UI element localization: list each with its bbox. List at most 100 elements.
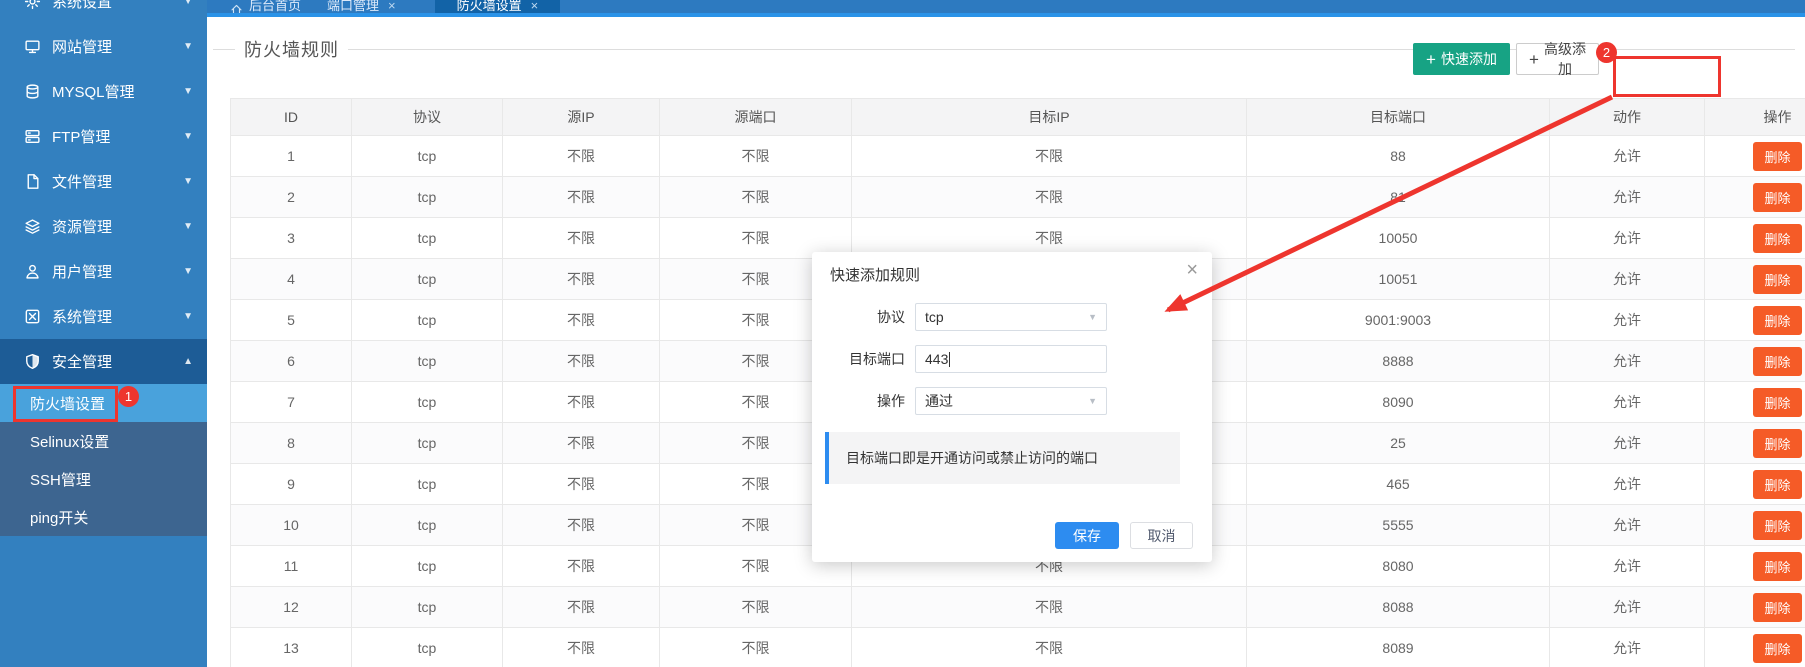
table-row: 13 tcp 不限 不限 不限 8089 允许 删除 xyxy=(231,628,1805,667)
cell-protocol: tcp xyxy=(352,136,503,177)
tab-close-icon[interactable]: × xyxy=(388,0,396,13)
cell-action: 允许 xyxy=(1550,177,1705,218)
sidebar-item-ftp[interactable]: FTP管理 ▼ xyxy=(0,114,207,159)
chevron-icon: ▼ xyxy=(183,311,193,322)
cell-dst-ip: 不限 xyxy=(852,628,1247,667)
cell-operation: 删除 xyxy=(1705,423,1805,464)
cell-src-ip: 不限 xyxy=(503,464,660,505)
cell-dst-port: 8088 xyxy=(1247,587,1550,628)
monitor-icon xyxy=(24,38,41,55)
tab-home[interactable]: 后台首页 xyxy=(217,0,314,13)
sidebar-item-website[interactable]: 网站管理 ▼ xyxy=(0,24,207,69)
app: 系统设置 ▼ 网站管理 ▼ MYSQL管理 ▼ FTP管理 ▼ 文件管理 ▼ 资… xyxy=(0,0,1805,667)
sidebar-subitem-ssh[interactable]: SSH管理 xyxy=(0,460,207,498)
tools-icon xyxy=(24,308,41,325)
target-port-input[interactable]: 443 xyxy=(915,345,1107,373)
cell-action: 允许 xyxy=(1550,546,1705,587)
delete-button[interactable]: 删除 xyxy=(1753,429,1801,458)
delete-button[interactable]: 删除 xyxy=(1753,224,1801,253)
chevron-down-icon: ▼ xyxy=(1088,312,1097,322)
advanced-add-button[interactable]: + 高级添加 xyxy=(1516,43,1599,75)
chevron-icon: ▼ xyxy=(183,266,193,277)
cell-src-ip: 不限 xyxy=(503,218,660,259)
cell-src-ip: 不限 xyxy=(503,136,660,177)
delete-button[interactable]: 删除 xyxy=(1753,347,1801,376)
cell-protocol: tcp xyxy=(352,628,503,667)
cell-src-port: 不限 xyxy=(660,177,852,218)
action-select[interactable]: 通过 ▼ xyxy=(915,387,1107,415)
delete-button[interactable]: 删除 xyxy=(1753,634,1801,663)
chevron-icon: ▲ xyxy=(183,356,193,367)
delete-button[interactable]: 删除 xyxy=(1753,593,1801,622)
sidebar-item-files[interactable]: 文件管理 ▼ xyxy=(0,159,207,204)
save-button[interactable]: 保存 xyxy=(1055,522,1119,549)
action-label: 操作 xyxy=(812,391,905,411)
cell-action: 允许 xyxy=(1550,341,1705,382)
cell-src-port: 不限 xyxy=(660,628,852,667)
sidebar-subitem-firewall[interactable]: 防火墙设置 xyxy=(0,384,207,422)
cell-protocol: tcp xyxy=(352,259,503,300)
quick-add-button[interactable]: + 快速添加 xyxy=(1413,43,1510,75)
sidebar-item-resources[interactable]: 资源管理 ▼ xyxy=(0,204,207,249)
cell-src-ip: 不限 xyxy=(503,382,660,423)
delete-button[interactable]: 删除 xyxy=(1753,183,1801,212)
cell-dst-ip: 不限 xyxy=(852,587,1247,628)
delete-button[interactable]: 删除 xyxy=(1753,470,1801,499)
cell-id: 11 xyxy=(231,546,352,587)
home-icon xyxy=(230,3,243,13)
delete-button[interactable]: 删除 xyxy=(1753,388,1801,417)
protocol-select[interactable]: tcp ▼ xyxy=(915,303,1107,331)
column-header: 目标端口 xyxy=(1247,99,1550,136)
file-icon xyxy=(24,173,41,190)
table-row: 12 tcp 不限 不限 不限 8088 允许 删除 xyxy=(231,587,1805,628)
chevron-icon: ▼ xyxy=(183,131,193,142)
cell-id: 3 xyxy=(231,218,352,259)
cell-dst-port: 8090 xyxy=(1247,382,1550,423)
sidebar-item-system-settings[interactable]: 系统设置 ▼ xyxy=(0,0,207,24)
cell-action: 允许 xyxy=(1550,464,1705,505)
column-header: 源端口 xyxy=(660,99,852,136)
cell-action: 允许 xyxy=(1550,505,1705,546)
sidebar-menu: 系统设置 ▼ 网站管理 ▼ MYSQL管理 ▼ FTP管理 ▼ 文件管理 ▼ 资… xyxy=(0,0,207,384)
tab-close-icon[interactable]: × xyxy=(531,0,539,13)
cell-dst-port: 25 xyxy=(1247,423,1550,464)
sidebar: 系统设置 ▼ 网站管理 ▼ MYSQL管理 ▼ FTP管理 ▼ 文件管理 ▼ 资… xyxy=(0,0,207,667)
delete-button[interactable]: 删除 xyxy=(1753,306,1801,335)
sidebar-subitem-selinux[interactable]: Selinux设置 xyxy=(0,422,207,460)
cell-action: 允许 xyxy=(1550,300,1705,341)
tab-ports[interactable]: 端口管理 × xyxy=(314,0,409,13)
cell-protocol: tcp xyxy=(352,177,503,218)
cell-dst-port: 465 xyxy=(1247,464,1550,505)
column-header: 动作 xyxy=(1550,99,1705,136)
cell-id: 8 xyxy=(231,423,352,464)
delete-button[interactable]: 删除 xyxy=(1753,552,1801,581)
target-port-label: 目标端口 xyxy=(812,349,905,369)
sidebar-item-users[interactable]: 用户管理 ▼ xyxy=(0,249,207,294)
chevron-icon: ▼ xyxy=(183,86,193,97)
cell-operation: 删除 xyxy=(1705,546,1805,587)
sidebar-item-mysql[interactable]: MYSQL管理 ▼ xyxy=(0,69,207,114)
cell-operation: 删除 xyxy=(1705,587,1805,628)
sidebar-item-system[interactable]: 系统管理 ▼ xyxy=(0,294,207,339)
tab-label: 端口管理 xyxy=(327,0,379,13)
close-icon[interactable]: × xyxy=(1186,260,1198,280)
delete-button[interactable]: 删除 xyxy=(1753,265,1801,294)
sidebar-item-security[interactable]: 安全管理 ▲ xyxy=(0,339,207,384)
cell-id: 13 xyxy=(231,628,352,667)
user-icon xyxy=(24,263,41,280)
column-header: 源IP xyxy=(503,99,660,136)
cell-src-ip: 不限 xyxy=(503,300,660,341)
cell-src-ip: 不限 xyxy=(503,341,660,382)
delete-button[interactable]: 删除 xyxy=(1753,142,1801,171)
delete-button[interactable]: 删除 xyxy=(1753,511,1801,540)
cell-src-ip: 不限 xyxy=(503,505,660,546)
text-cursor xyxy=(949,352,950,367)
cell-action: 允许 xyxy=(1550,423,1705,464)
cell-id: 10 xyxy=(231,505,352,546)
cell-dst-port: 9001:9003 xyxy=(1247,300,1550,341)
cancel-button[interactable]: 取消 xyxy=(1130,522,1193,549)
cell-id: 9 xyxy=(231,464,352,505)
cell-dst-port: 5555 xyxy=(1247,505,1550,546)
sidebar-subitem-ping[interactable]: ping开关 xyxy=(0,498,207,536)
tab-firewall[interactable]: 防火墙设置 × xyxy=(435,0,561,13)
